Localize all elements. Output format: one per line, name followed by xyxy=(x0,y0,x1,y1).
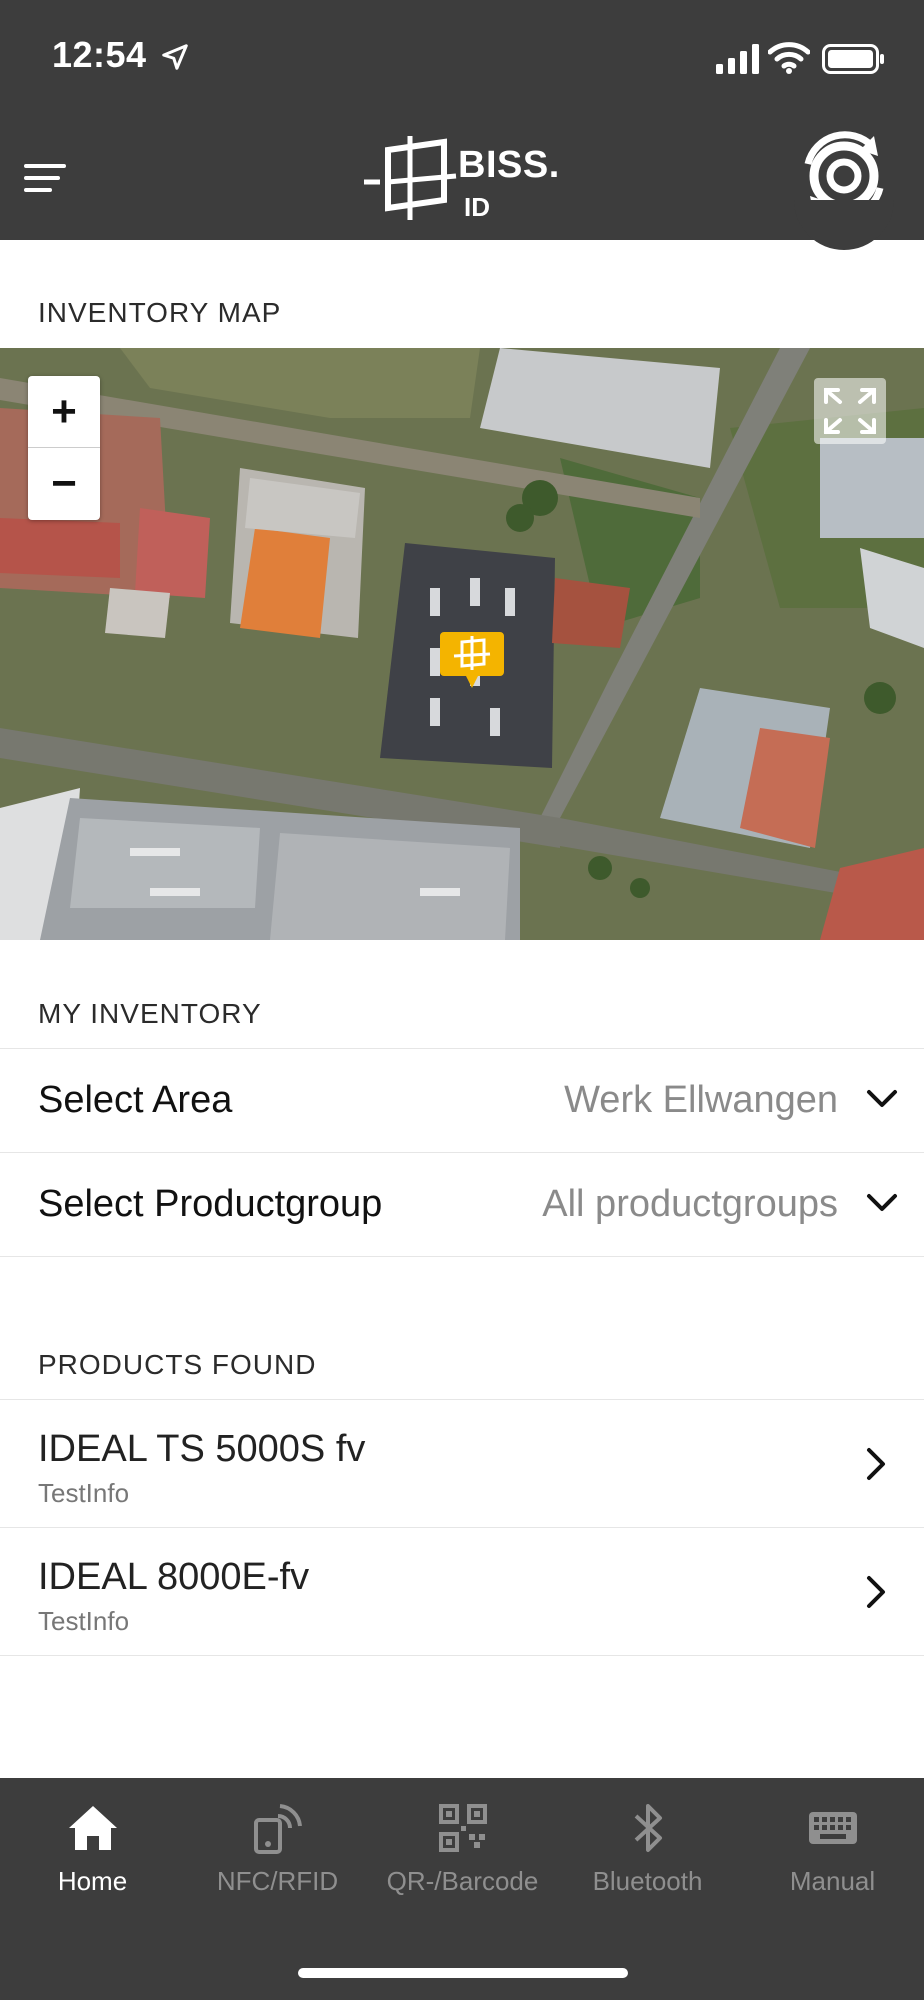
chevron-right-icon xyxy=(867,1576,885,1608)
menu-button[interactable] xyxy=(20,150,76,200)
bluetooth-icon xyxy=(634,1804,662,1852)
chevron-down-icon xyxy=(867,1090,897,1107)
inventory-map[interactable]: + − xyxy=(0,348,924,940)
select-productgroup-value: All productgroups xyxy=(542,1183,838,1225)
product-name: IDEAL 8000E-fv xyxy=(38,1556,310,1598)
wifi-icon xyxy=(768,42,810,74)
select-area-value: Werk Ellwangen xyxy=(564,1079,838,1121)
biss-id-logo: BISS. ID xyxy=(364,130,564,226)
products-found-title: PRODUCTS FOUND xyxy=(38,1349,317,1380)
product-list-item[interactable]: IDEAL TS 5000S fv TestInfo xyxy=(0,1399,924,1527)
divider xyxy=(0,1256,924,1257)
product-info: TestInfo xyxy=(38,1606,130,1636)
hamburger-icon xyxy=(24,164,66,168)
zoom-control: + − xyxy=(28,376,100,520)
logo-subtext: ID xyxy=(464,192,490,222)
tab-nfc-rfid[interactable]: NFC/RFID xyxy=(185,1778,370,1908)
tab-bluetooth[interactable]: Bluetooth xyxy=(555,1778,740,1908)
product-info: TestInfo xyxy=(38,1478,130,1508)
inventory-map-title: INVENTORY MAP xyxy=(38,297,282,328)
logo-text: BISS. xyxy=(458,144,560,186)
header-tab-notch xyxy=(794,200,894,250)
chevron-down-icon xyxy=(867,1194,897,1211)
select-productgroup-row[interactable]: Select Productgroup All productgroups xyxy=(0,1152,924,1256)
select-productgroup-label: Select Productgroup xyxy=(38,1183,383,1225)
location-arrow-icon xyxy=(162,44,188,70)
tab-manual-label: Manual xyxy=(789,1866,876,1896)
fullscreen-button[interactable] xyxy=(814,378,886,444)
tab-home[interactable]: Home xyxy=(0,1778,185,1908)
keyboard-icon xyxy=(808,1812,857,1844)
status-time: 12:54 xyxy=(52,34,147,75)
battery-icon xyxy=(822,44,884,74)
qr-code-icon xyxy=(438,1804,487,1852)
top-bar: 12:54 BISS. ID xyxy=(0,0,924,240)
divider xyxy=(0,1655,924,1656)
tab-bar: Home NFC/RFID QR-/Barcode Bluetooth Manu… xyxy=(0,1778,924,2000)
my-inventory-title: MY INVENTORY xyxy=(38,998,262,1029)
chevron-right-icon xyxy=(867,1448,885,1480)
zoom-out-button[interactable]: − xyxy=(28,448,100,520)
tab-qr-barcode[interactable]: QR-/Barcode xyxy=(370,1778,555,1908)
home-icon xyxy=(68,1806,117,1850)
zoom-in-button[interactable]: + xyxy=(28,376,100,448)
select-area-row[interactable]: Select Area Werk Ellwangen xyxy=(0,1048,924,1152)
cellular-signal-icon xyxy=(716,44,759,74)
product-name: IDEAL TS 5000S fv xyxy=(38,1428,366,1470)
select-area-label: Select Area xyxy=(38,1079,233,1121)
tab-nfc-rfid-label: NFC/RFID xyxy=(216,1866,339,1896)
home-indicator xyxy=(298,1968,628,1978)
tab-manual[interactable]: Manual xyxy=(740,1778,924,1908)
bissid-marker-icon xyxy=(440,632,504,688)
nfc-icon xyxy=(253,1804,302,1854)
tab-home-label: Home xyxy=(57,1866,128,1896)
fullscreen-icon xyxy=(824,388,876,434)
status-bar: 12:54 xyxy=(0,0,924,110)
product-list-item[interactable]: IDEAL 8000E-fv TestInfo xyxy=(0,1527,924,1655)
tab-qr-barcode-label: QR-/Barcode xyxy=(386,1866,539,1896)
location-marker[interactable] xyxy=(440,630,504,692)
app-header: BISS. ID xyxy=(0,110,924,240)
logo-frame-icon xyxy=(364,136,457,220)
tab-bluetooth-label: Bluetooth xyxy=(592,1866,703,1896)
